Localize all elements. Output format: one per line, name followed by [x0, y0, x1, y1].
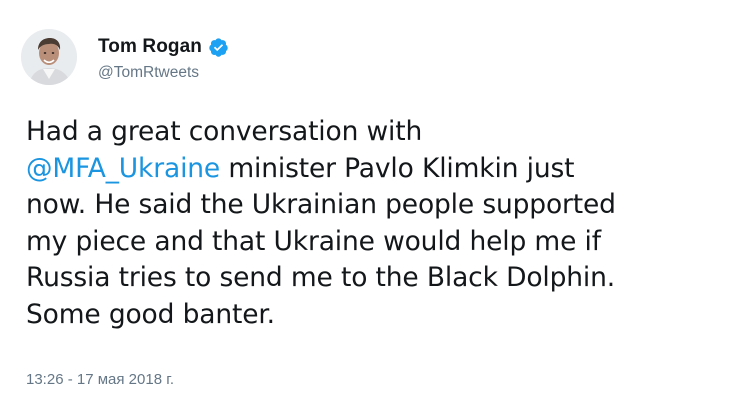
display-name[interactable]: Tom Rogan [98, 36, 202, 58]
tweet-text-line-1: Had a great conversation with [26, 116, 423, 147]
verified-badge-icon [208, 37, 229, 58]
avatar-photo-icon [21, 29, 77, 85]
author-block: Tom Rogan @TomRtweets [98, 34, 229, 82]
tweet-timestamp[interactable]: 13:26 - 17 мая 2018 г. [26, 371, 174, 388]
tweet-text: Had a great conversation with @MFA_Ukrain… [26, 114, 741, 333]
mention-link[interactable]: @MFA_Ukraine [26, 153, 220, 184]
tweet-card: Tom Rogan @TomRtweets Had a great conver… [0, 0, 752, 402]
avatar[interactable] [21, 29, 77, 85]
name-row: Tom Rogan [98, 34, 229, 60]
handle[interactable]: @TomRtweets [98, 64, 229, 82]
